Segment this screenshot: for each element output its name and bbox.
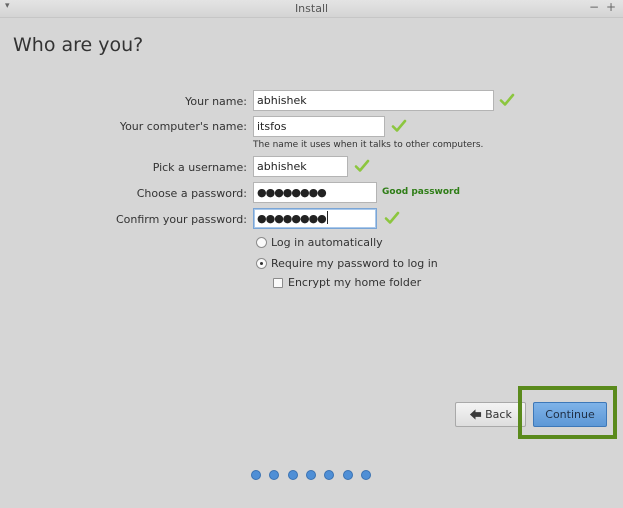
password-strength-indicator: Good password <box>382 187 460 197</box>
password-field[interactable]: ●●●●●●●● <box>253 182 377 203</box>
require-password-label[interactable]: Require my password to log in <box>271 257 438 270</box>
computer-name-field[interactable]: itsfos <box>253 116 385 137</box>
username-valid-check-icon <box>354 159 370 172</box>
progress-dot <box>342 470 353 480</box>
confirm-password-valid-check-icon <box>384 211 400 224</box>
window-titlebar: ▾ Install − + <box>0 0 623 18</box>
progress-dot <box>287 470 298 480</box>
password-label: Choose a password: <box>136 187 247 200</box>
continue-highlight-box <box>518 386 617 439</box>
window-title: Install <box>294 2 329 15</box>
confirm-password-field[interactable]: ●●●●●●●● <box>253 208 377 229</box>
computer-name-label: Your computer's name: <box>119 120 247 133</box>
minimize-icon[interactable]: − <box>589 0 599 14</box>
maximize-icon[interactable]: + <box>606 0 616 14</box>
username-field[interactable]: abhishek <box>253 156 348 177</box>
progress-dot <box>251 470 261 480</box>
computer-name-valid-check-icon <box>391 119 407 132</box>
require-password-radio[interactable] <box>256 258 267 269</box>
page-title: Who are you? <box>13 34 144 56</box>
login-automatically-label[interactable]: Log in automatically <box>271 236 383 249</box>
name-field[interactable]: abhishek <box>253 90 494 111</box>
progress-dot <box>324 470 335 480</box>
progress-dot <box>269 470 280 480</box>
back-arrow-icon <box>470 409 482 420</box>
name-label: Your name: <box>185 95 247 108</box>
computer-name-hint: The name it uses when it talks to other … <box>253 140 484 150</box>
encrypt-home-checkbox[interactable] <box>273 278 283 288</box>
back-button-label: Back <box>485 408 512 421</box>
login-automatically-radio[interactable] <box>256 237 267 248</box>
progress-dot <box>360 470 371 480</box>
encrypt-home-label[interactable]: Encrypt my home folder <box>288 276 421 289</box>
confirm-password-label: Confirm your password: <box>115 213 247 226</box>
progress-dot <box>305 470 316 480</box>
text-caret <box>326 211 328 224</box>
username-label: Pick a username: <box>152 161 247 174</box>
back-button[interactable]: Back <box>455 402 526 427</box>
name-valid-check-icon <box>499 93 515 106</box>
